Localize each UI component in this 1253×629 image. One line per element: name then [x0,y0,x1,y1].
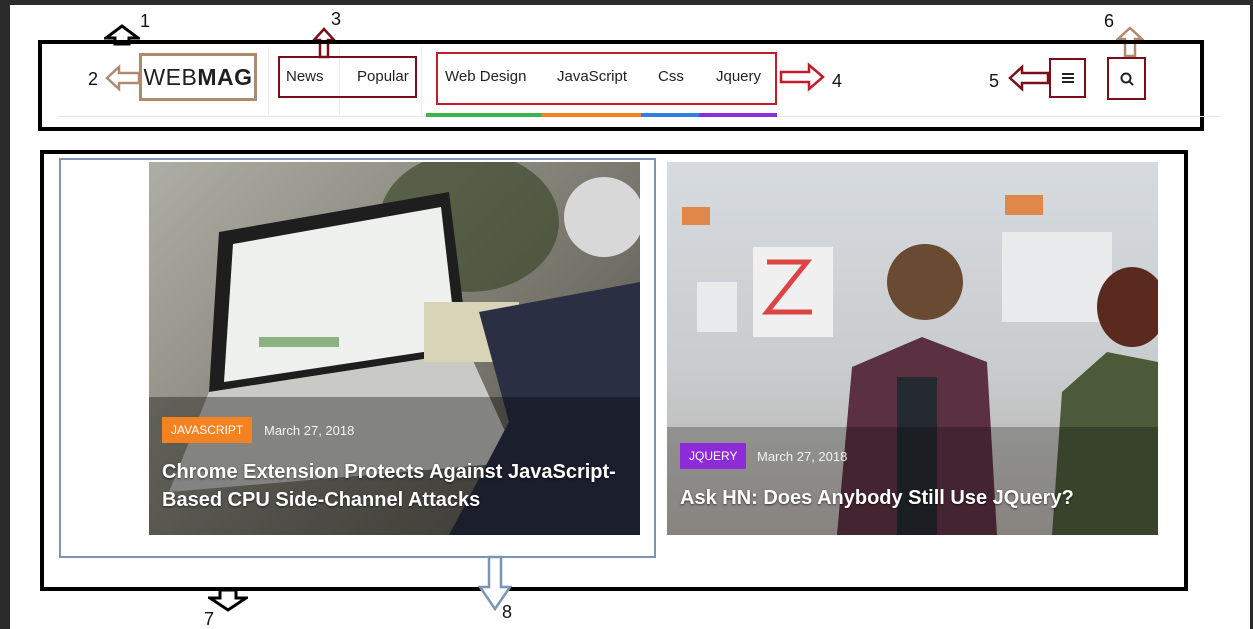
nav-item-css[interactable]: Css [658,68,684,85]
post-title-line: Chrome Extension Protects Against JavaSc… [162,461,616,483]
nav-divider [268,47,269,115]
category-tag-javascript[interactable]: JAVASCRIPT [162,417,253,443]
featured-post-card[interactable]: JAVASCRIPT March 27, 2018 Chrome Extensi… [149,162,640,535]
category-underline-css [641,113,699,117]
nav-item-web-design[interactable]: Web Design [445,68,526,85]
nav-item-jquery[interactable]: Jquery [716,68,761,85]
nav-item-popular[interactable]: Popular [357,68,409,85]
search-button[interactable] [1107,57,1146,100]
annotation-number-7: 7 [204,609,215,629]
post-title-line: Based CPU Side-Channel Attacks [162,489,481,511]
window-frame-top [0,0,1253,5]
annotation-number-8: 8 [502,602,513,622]
annotation-number-1: 1 [140,11,151,31]
annotation-number-6: 6 [1104,11,1115,31]
secondary-post-card[interactable]: JQUERY March 27, 2018 Ask HN: Does Anybo… [667,162,1158,535]
site-logo[interactable]: WEB MAG [139,53,257,101]
post-title[interactable]: Ask HN: Does Anybody Still Use JQuery? [680,484,1150,512]
post-date: March 27, 2018 [264,423,355,438]
post-date: March 27, 2018 [757,449,848,464]
category-underline-jquery [699,113,777,117]
search-icon [1120,72,1134,86]
annotation-arrow-down-7 [208,588,248,612]
category-underline-web-design [426,113,541,117]
category-underline-javascript [541,113,641,117]
logo-prefix: WEB [143,63,198,90]
post-title[interactable]: Chrome Extension Protects Against JavaSc… [162,458,632,514]
window-frame-left [0,0,10,629]
post-title-line: Ask HN: Does Anybody Still Use JQuery? [680,487,1074,509]
post-image-whiteboard [667,195,1158,535]
menu-button[interactable] [1049,58,1086,98]
logo-bold: MAG [197,63,253,90]
annotation-number-3: 3 [331,9,342,29]
nav-item-javascript[interactable]: JavaScript [557,68,627,85]
nav-divider [421,47,422,115]
hamburger-icon [1061,73,1074,83]
category-tag-jquery[interactable]: JQUERY [680,443,747,469]
nav-item-news[interactable]: News [286,68,324,85]
